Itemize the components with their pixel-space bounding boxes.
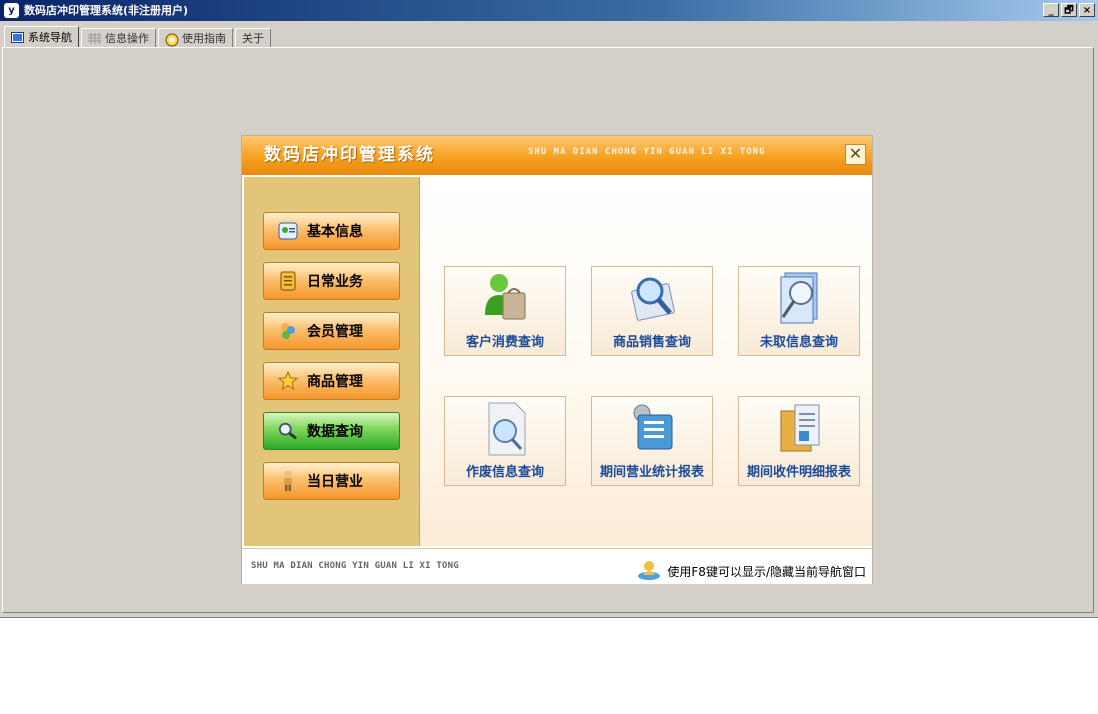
query-area: 客户消费查询 商品销售查询 未取信息查询 作废信息查询 期间营业统计报表 期间收… [420,177,872,546]
tab-label: 关于 [242,32,264,45]
category-sidebar: 基本信息 日常业务 会员管理 商品管理 数据查询 当日营业 [244,177,420,546]
period-business-report-button[interactable]: 期间营业统计报表 [591,396,713,486]
unclaimed-info-query-button[interactable]: 未取信息查询 [738,266,860,356]
sidebar-label: 基本信息 [307,224,363,240]
panel-close-button[interactable]: ✕ [845,144,866,165]
members-icon [278,321,298,341]
user-tip-icon [637,559,661,584]
tab-info-operation[interactable]: 信息操作 [81,28,156,48]
sidebar-label: 日常业务 [307,274,363,290]
tab-label: 信息操作 [105,32,149,45]
navigation-panel: 数码店冲印管理系统 SHU MA DIAN CHONG YIN GUAN LI … [242,136,872,584]
app-icon: y [4,3,19,18]
tab-system-navigation[interactable]: 系统导航 [4,26,79,48]
footer-hint-text: 使用F8键可以显示/隐藏当前导航窗口 [667,565,866,579]
grid-icon [88,32,101,44]
help-icon [165,33,179,46]
sidebar-label: 会员管理 [307,324,363,340]
star-icon [278,371,298,391]
footer-pinyin: SHU MA DIAN CHONG YIN GUAN LI XI TONG [251,561,459,571]
minimize-button[interactable]: _ [1043,3,1059,17]
sidebar-today-business-button[interactable]: 当日营业 [263,462,400,500]
query-label: 客户消费查询 [465,335,544,350]
void-doc-search-icon [481,401,531,459]
restore-button[interactable]: 🗗 [1061,3,1077,17]
tab-label: 系统导航 [28,31,72,44]
period-receipt-detail-report-button[interactable]: 期间收件明细报表 [738,396,860,486]
contact-card-icon [278,221,298,241]
window-icon [11,31,24,43]
tab-user-guide[interactable]: 使用指南 [158,28,233,48]
panel-pinyin-title: SHU MA DIAN CHONG YIN GUAN LI XI TONG [528,147,766,157]
sidebar-label: 商品管理 [307,374,363,390]
customer-consumption-query-button[interactable]: 客户消费查询 [444,266,566,356]
notebook-icon [278,271,298,291]
tab-strip: 系统导航 信息操作 使用指南 关于 [4,26,273,48]
folder-report-icon [775,401,825,459]
sidebar-product-management-button[interactable]: 商品管理 [263,362,400,400]
report-gear-icon [628,401,678,459]
query-label: 期间营业统计报表 [599,465,704,480]
query-label: 作废信息查询 [465,465,544,480]
product-sales-query-button[interactable]: 商品销售查询 [591,266,713,356]
panel-footer: SHU MA DIAN CHONG YIN GUAN LI XI TONG 使用… [242,548,872,584]
query-label: 未取信息查询 [759,335,838,350]
title-bar[interactable]: y 数码店冲印管理系统(非注册用户) _ 🗗 × [0,0,1098,21]
sidebar-label: 当日营业 [307,474,363,490]
sidebar-basic-info-button[interactable]: 基本信息 [263,212,400,250]
sidebar-data-query-button[interactable]: 数据查询 [263,412,400,450]
customer-bag-icon [481,271,531,329]
panel-title: 数码店冲印管理系统 [264,145,435,165]
product-search-icon [628,271,678,329]
void-info-query-button[interactable]: 作废信息查询 [444,396,566,486]
document-search-icon [775,271,825,329]
footer-hint: 使用F8键可以显示/隐藏当前导航窗口 [637,559,866,584]
tab-about[interactable]: 关于 [235,28,271,48]
sidebar-label: 数据查询 [307,424,363,440]
window-controls: _ 🗗 × [1043,3,1095,17]
sidebar-daily-business-button[interactable]: 日常业务 [263,262,400,300]
close-window-button[interactable]: × [1079,3,1095,17]
magnifier-icon [278,421,298,441]
panel-header: 数码店冲印管理系统 SHU MA DIAN CHONG YIN GUAN LI … [242,136,872,175]
sidebar-member-management-button[interactable]: 会员管理 [263,312,400,350]
person-icon [278,470,298,491]
window-title: 数码店冲印管理系统(非注册用户) [24,4,189,17]
query-label: 商品销售查询 [612,335,691,350]
tab-label: 使用指南 [182,32,226,45]
query-label: 期间收件明细报表 [746,465,851,480]
